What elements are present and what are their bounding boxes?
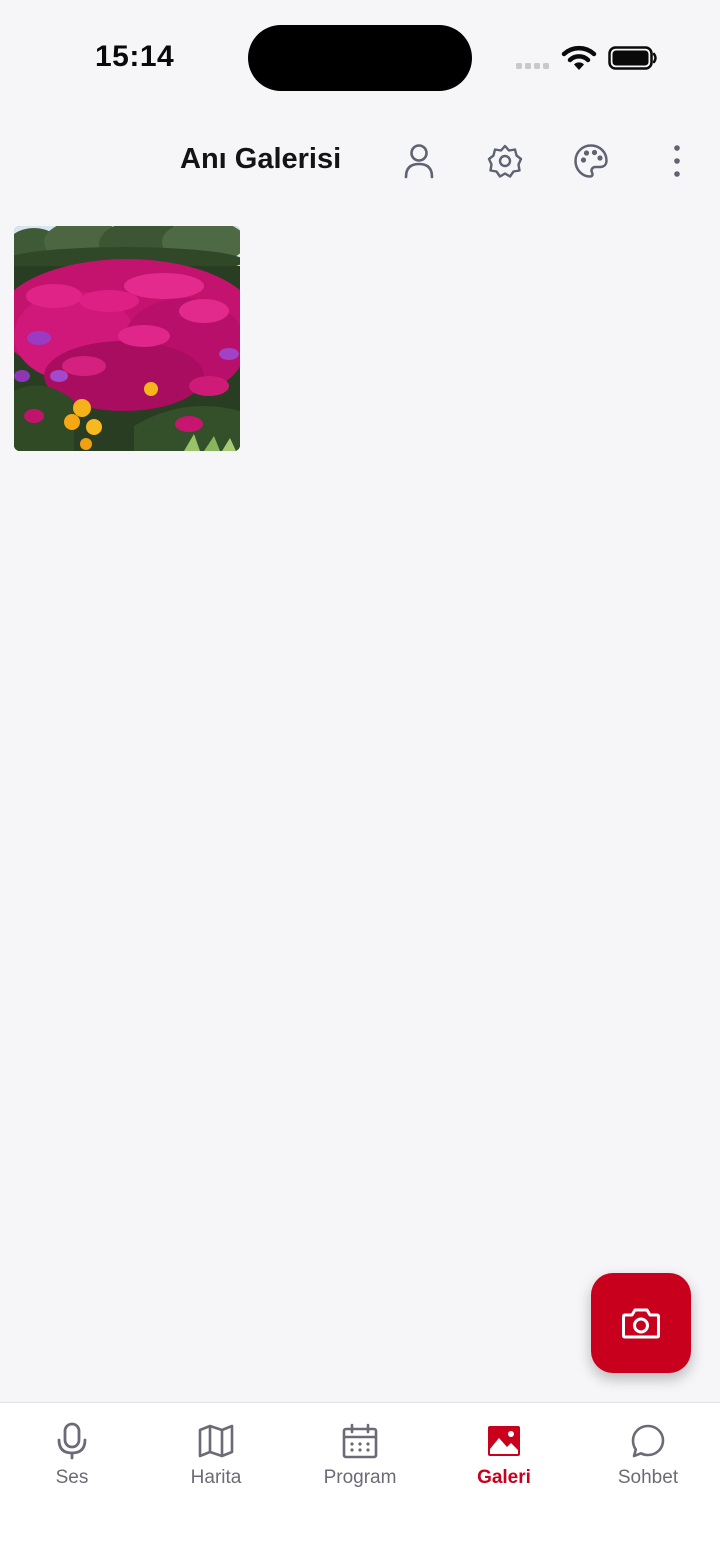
- app-header: Anı Galerisi: [0, 125, 720, 197]
- tab-program[interactable]: Program: [288, 1421, 432, 1489]
- tab-label: Harita: [190, 1467, 242, 1488]
- profile-button[interactable]: [399, 141, 439, 181]
- tab-galeri[interactable]: Galeri: [432, 1421, 576, 1489]
- tab-label: Program: [323, 1467, 397, 1488]
- image-icon: [488, 1426, 520, 1456]
- cellular-signal-icon: [516, 63, 549, 69]
- tab-label: Ses: [55, 1467, 89, 1488]
- dynamic-island: [248, 25, 472, 91]
- theme-button[interactable]: [571, 141, 611, 181]
- chat-bubble-icon: [631, 1424, 665, 1458]
- camera-icon: [622, 1308, 660, 1339]
- bottom-tab-bar: Ses Harita Program Galeri Sohbet: [0, 1402, 720, 1566]
- person-icon: [404, 144, 434, 179]
- tab-ses[interactable]: Ses: [0, 1421, 144, 1489]
- camera-button[interactable]: [591, 1273, 691, 1373]
- wifi-icon: [561, 45, 597, 70]
- calendar-icon: [342, 1423, 378, 1459]
- status-bar: 15:14: [0, 0, 720, 115]
- palette-icon: [574, 144, 608, 178]
- photo-grid: [14, 226, 240, 451]
- gear-icon: [487, 144, 523, 178]
- status-time: 15:14: [95, 40, 175, 73]
- map-icon: [198, 1424, 234, 1458]
- page-title: Anı Galerisi: [180, 143, 342, 175]
- more-options-button[interactable]: [657, 141, 697, 181]
- more-vertical-icon: [674, 145, 680, 177]
- tab-sohbet[interactable]: Sohbet: [576, 1421, 720, 1489]
- mic-icon: [57, 1422, 87, 1460]
- settings-button[interactable]: [485, 141, 525, 181]
- gallery-photo-flowers[interactable]: [14, 226, 240, 451]
- tab-harita[interactable]: Harita: [144, 1421, 288, 1489]
- battery-icon: [608, 46, 657, 70]
- tab-label: Sohbet: [617, 1467, 679, 1488]
- tab-label: Galeri: [477, 1467, 531, 1488]
